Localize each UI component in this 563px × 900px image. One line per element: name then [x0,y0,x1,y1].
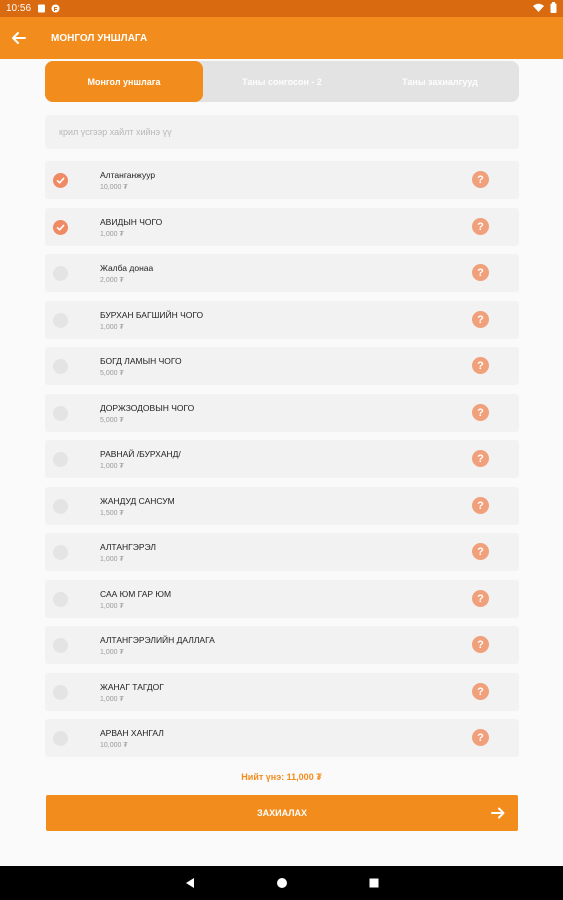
item-price: 1,000 ₮ [100,323,124,331]
item-price: 1,000 ₮ [100,555,124,563]
unchecked-icon[interactable] [53,637,68,653]
item-price: 1,000 ₮ [100,695,124,703]
item-name: БОГД ЛАМЫН ЧОГО [100,355,182,366]
tab-selected[interactable]: Таны сонгосон - 2 [203,61,361,102]
item-price: 1,000 ₮ [100,230,124,238]
list-item[interactable]: Жалба донаа 2,000 ₮? [45,254,519,292]
help-icon[interactable]: ? [472,683,489,700]
total-price: Нийт үнэ: 11,000 ₮ [241,772,322,782]
search-input[interactable]: крил үсгээр хайлт хийнэ үү [45,115,519,149]
item-price: 1,000 ₮ [100,648,124,656]
order-button[interactable]: ЗАХИАЛАХ [46,795,518,831]
help-icon[interactable]: ? [472,543,489,560]
help-icon[interactable]: ? [472,729,489,746]
item-name: АЛТАНГЭРЭЛИЙН ДАЛЛАГА [100,634,215,645]
help-icon[interactable]: ? [472,590,489,607]
list-item[interactable]: Алтанганжуур 10,000 ₮? [45,161,519,199]
item-name: Алтанганжуур [100,169,156,180]
unchecked-icon[interactable] [53,591,68,607]
list-item[interactable]: АЛТАНГЭРЭЛИЙН ДАЛЛАГА 1,000 ₮? [45,626,519,664]
item-name: ЖАНАГ ТАГДОГ [100,681,164,692]
item-name: ЖАНДУД САНСУМ [100,495,175,506]
checked-icon[interactable] [53,172,68,188]
help-icon[interactable]: ? [472,218,489,235]
help-icon[interactable]: ? [472,264,489,281]
unchecked-icon[interactable] [53,451,68,467]
item-name: АЛТАНГЭРЭЛ [100,541,156,552]
item-name: АРВАН ХАНГАЛ [100,727,164,738]
item-name: АВИДЫН ЧОГО [100,216,163,227]
item-name: САА ЮМ ГАР ЮМ [100,588,172,599]
nav-back-icon[interactable] [183,876,197,890]
tab-orders[interactable]: Таны захиалгууд [361,61,519,102]
system-nav-bar [0,866,563,900]
page-title: МОНГОЛ УНШЛАГА [51,32,148,44]
help-icon[interactable]: ? [472,311,489,328]
help-icon[interactable]: ? [472,404,489,421]
list-item[interactable]: БОГД ЛАМЫН ЧОГО 5,000 ₮? [45,347,519,385]
tab-mongol-unshlaga[interactable]: Монгол уншлага [45,61,203,102]
unchecked-icon[interactable] [53,265,68,281]
help-icon[interactable]: ? [472,450,489,467]
item-name: БУРХАН БАГШИЙН ЧОГО [100,309,204,320]
item-price: 5,000 ₮ [100,369,124,377]
list-item[interactable]: САА ЮМ ГАР ЮМ 1,000 ₮? [45,580,519,618]
list-item[interactable]: РАВНАЙ /БУРХАНД/1,000 ₮? [45,440,519,478]
tab-bar: Монгол уншлага Таны сонгосон - 2 Таны за… [45,61,519,102]
item-price: 1,000 ₮ [100,462,124,470]
item-name: ДОРЖЗОДОВЫН ЧОГО [100,402,195,413]
unchecked-icon[interactable] [53,312,68,328]
prayer-list: Алтанганжуур 10,000 ₮? АВИДЫН ЧОГО 1,000 ₮?… [45,161,519,766]
arrow-right-icon [490,805,506,821]
item-price: 10,000 ₮ [100,183,128,191]
item-name: Жалба донаа [100,262,154,273]
nav-recents-icon[interactable] [367,876,381,890]
status-time: 10:56 [6,3,32,14]
item-price: 5,000 ₮ [100,416,124,424]
item-name: РАВНАЙ /БУРХАНД/ [100,448,181,459]
list-item[interactable]: ДОРЖЗОДОВЫН ЧОГО 5,000 ₮? [45,394,519,432]
unchecked-icon[interactable] [53,544,68,560]
unchecked-icon[interactable] [53,730,68,746]
list-item[interactable]: АВИДЫН ЧОГО 1,000 ₮? [45,208,519,246]
item-price: 10,000 ₮ [100,741,128,749]
list-item[interactable]: ЖАНАГ ТАГДОГ 1,000 ₮? [45,673,519,711]
help-icon[interactable]: ? [472,171,489,188]
unchecked-icon[interactable] [53,684,68,700]
status-bar: 10:56 [0,0,563,17]
unchecked-icon[interactable] [53,498,68,514]
item-price: 2,000 ₮ [100,276,124,284]
item-price: 1,000 ₮ [100,602,124,610]
list-item[interactable]: ЖАНДУД САНСУМ 1,500 ₮? [45,487,519,525]
order-button-label: ЗАХИАЛАХ [256,808,308,818]
item-price: 1,500 ₮ [100,509,124,517]
wifi-icon [533,3,544,15]
notification-icon [37,4,46,13]
help-icon[interactable]: ? [472,357,489,374]
nav-home-icon[interactable] [275,876,289,890]
list-item[interactable]: БУРХАН БАГШИЙН ЧОГО 1,000 ₮? [45,301,519,339]
help-icon[interactable]: ? [472,497,489,514]
unchecked-icon[interactable] [53,358,68,374]
unchecked-icon[interactable] [53,405,68,421]
battery-icon [550,1,557,16]
help-icon[interactable]: ? [472,636,489,653]
checked-icon[interactable] [53,219,68,235]
list-item[interactable]: АРВАН ХАНГАЛ 10,000 ₮? [45,719,519,757]
list-item[interactable]: АЛТАНГЭРЭЛ 1,000 ₮? [45,533,519,571]
app-bar: МОНГОЛ УНШЛАГА [0,17,563,59]
back-arrow-icon[interactable] [9,28,29,48]
app-notification-icon [51,4,60,13]
